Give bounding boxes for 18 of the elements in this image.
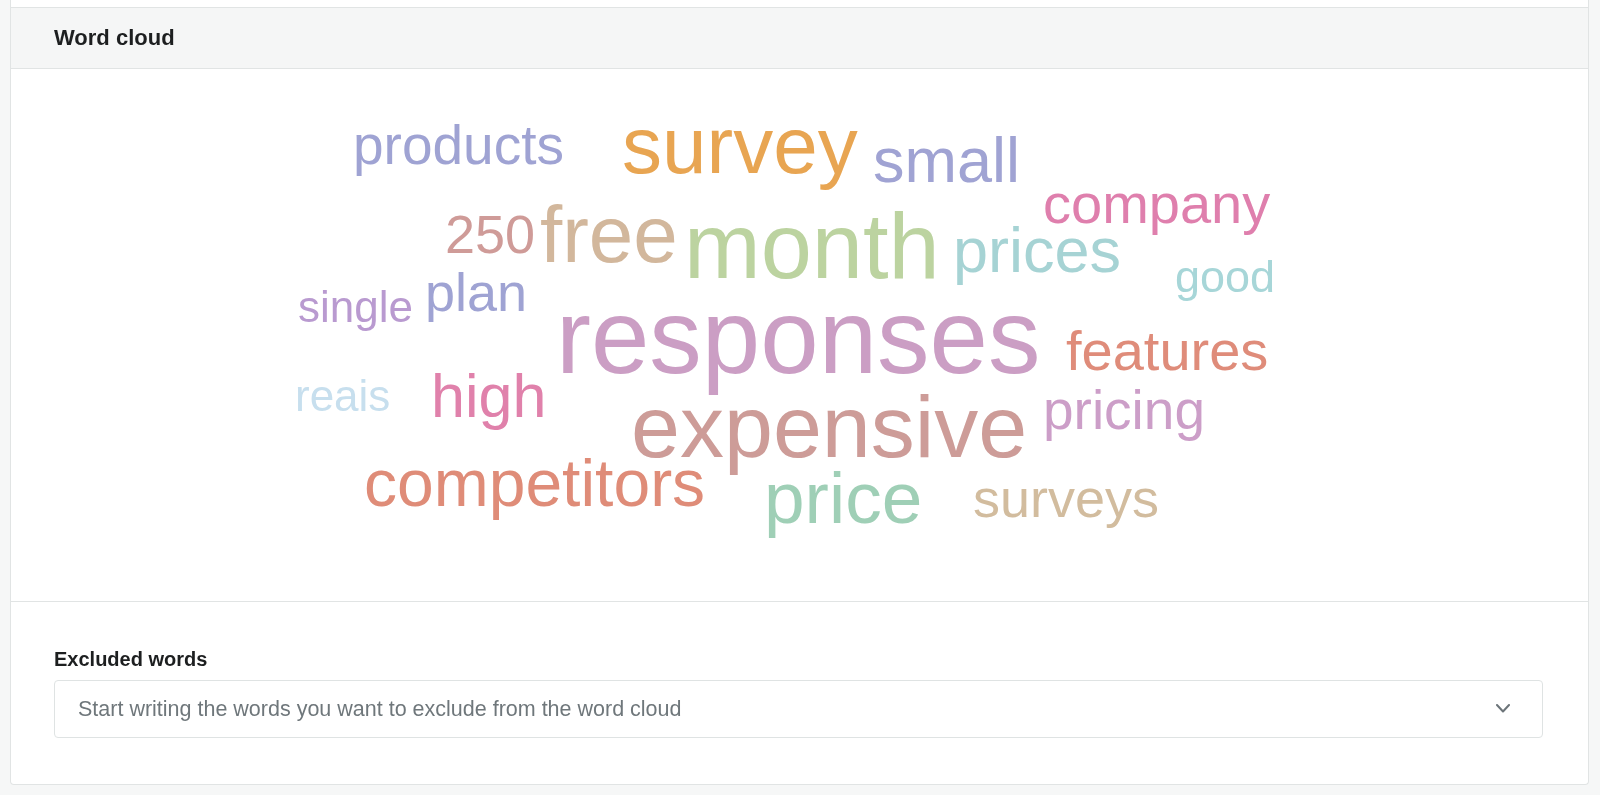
cloud-word: free: [540, 190, 678, 279]
cloud-word: good: [1175, 251, 1276, 302]
cloud-word: pricing: [1043, 379, 1206, 441]
chevron-down-icon[interactable]: [1496, 704, 1510, 713]
cloud-word: survey: [622, 101, 858, 190]
cloud-word: reais: [295, 371, 391, 420]
cloud-word: 250: [445, 204, 536, 264]
cloud-word: surveys: [973, 468, 1160, 528]
cloud-word: high: [431, 362, 547, 430]
cloud-word: features: [1066, 319, 1269, 382]
cloud-word: small: [873, 125, 1020, 195]
excluded-words-field[interactable]: Start writing the words you want to exclude from the word cloud: [54, 680, 1543, 738]
panel-title: Word cloud: [54, 25, 175, 51]
cloud-word: single: [298, 282, 413, 331]
cloud-word: month: [684, 195, 940, 297]
cloud-word: plan: [425, 262, 528, 322]
field-label: Excluded words: [54, 647, 208, 671]
cloud-word: products: [353, 114, 564, 176]
